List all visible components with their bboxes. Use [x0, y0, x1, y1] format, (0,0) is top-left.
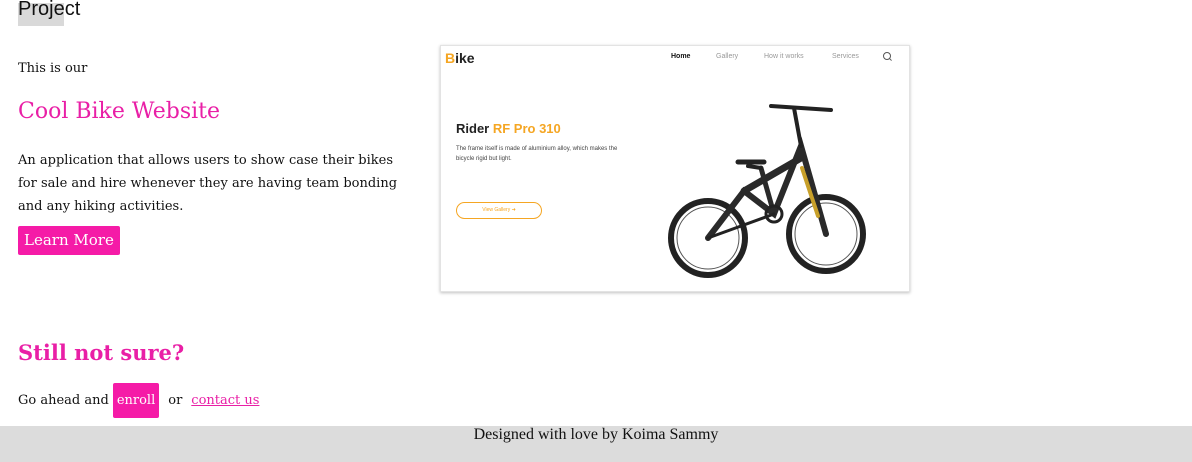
still-not-sure-heading: Still not sure? [18, 340, 185, 365]
cta-line: Go ahead and enroll or contact us [18, 383, 259, 418]
learn-more-button[interactable]: Learn More [18, 226, 120, 255]
preview-heading-accent: RF Pro 310 [492, 121, 561, 136]
preview-heading-main: Rider [456, 121, 493, 136]
preview-logo-letter: B [445, 50, 456, 66]
project-name: Cool Bike Website [18, 99, 221, 124]
cta-prefix: Go ahead and [18, 393, 109, 408]
enroll-button[interactable]: enroll [112, 383, 160, 418]
preview-heading: Rider RF Pro 310 [456, 121, 561, 136]
search-icon [883, 52, 891, 60]
page-title: Project [18, 0, 80, 26]
preview-logo: Bike [445, 50, 475, 66]
preview-logo-rest: ike [455, 50, 475, 66]
project-screenshot: Bike Home Gallery How it works Services … [440, 45, 910, 292]
preview-nav-gallery: Gallery [716, 53, 739, 60]
project-description: An application that allows users to show… [18, 153, 398, 214]
cta-or: or [168, 393, 183, 408]
preview-nav-services: Services [832, 53, 859, 60]
preview-text: The frame itself is made of aluminium al… [456, 146, 618, 162]
contact-us-link[interactable]: contact us [191, 393, 259, 408]
footer-text: Designed with love by Koima Sammy [473, 426, 719, 443]
intro-text: This is our [18, 61, 88, 76]
preview-nav-home: Home [671, 53, 691, 60]
footer: Designed with love by Koima Sammy [0, 426, 1192, 462]
preview-view-gallery-button: View Gallery ➜ [456, 202, 542, 219]
bike-image [668, 104, 866, 278]
preview-nav-how-it-works: How it works [764, 53, 804, 60]
page-title-text: Project [18, 0, 81, 20]
